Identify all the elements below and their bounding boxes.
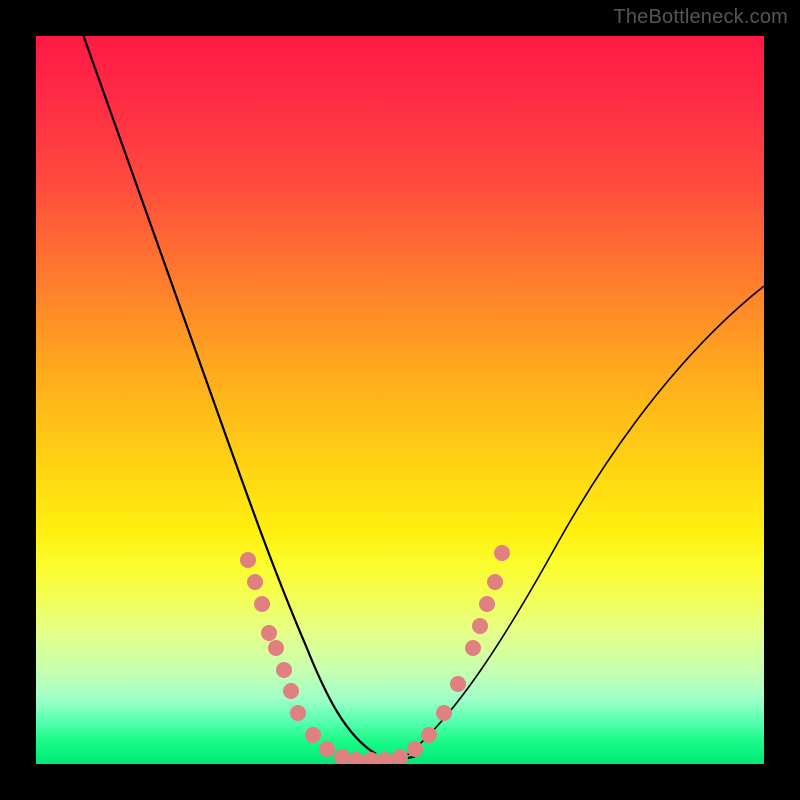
watermark-text: TheBottleneck.com bbox=[613, 6, 788, 29]
dot-cluster bbox=[240, 545, 510, 764]
chart-frame: TheBottleneck.com bbox=[0, 0, 800, 800]
left-curve bbox=[80, 36, 376, 754]
plot-area bbox=[36, 36, 764, 764]
chart-svg bbox=[36, 36, 764, 764]
